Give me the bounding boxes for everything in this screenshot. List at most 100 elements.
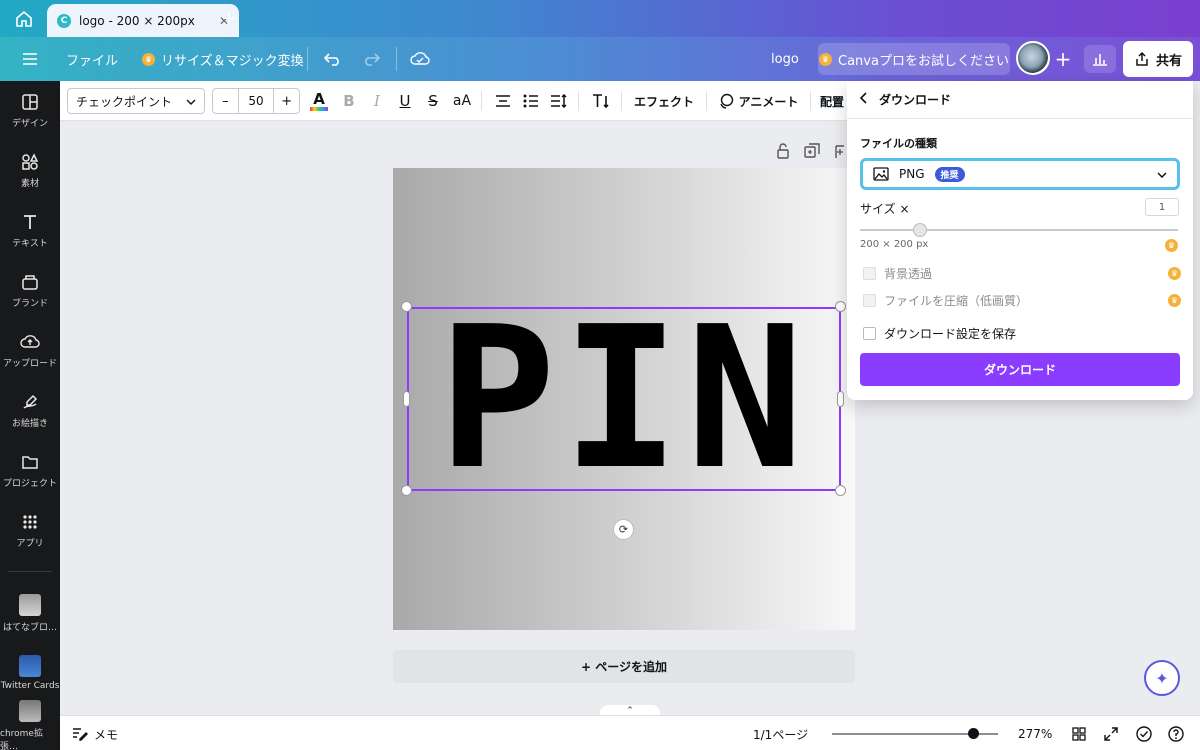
resize-handle-right[interactable] — [837, 391, 844, 407]
notes-button[interactable]: メモ — [72, 725, 118, 743]
sidebar-item-projects[interactable]: プロジェクト — [0, 443, 60, 497]
help-icon[interactable] — [1168, 725, 1184, 743]
file-menu-label: ファイル — [66, 53, 119, 69]
vertical-text-icon[interactable] — [589, 88, 613, 114]
sidebar-item-label: Twitter Cards — [0, 681, 60, 691]
left-sidebar: デザイン 素材 テキスト ブランド アップロード お絵描き プロジェクト アプリ… — [0, 81, 60, 750]
resize-handle-top-left[interactable] — [401, 301, 412, 312]
sidebar-item-brand[interactable]: ブランド — [0, 263, 60, 317]
magic-sparkle-icon[interactable]: ✦ — [1144, 660, 1180, 696]
sidebar-item-draw[interactable]: お絵描き — [0, 383, 60, 437]
analytics-icon[interactable] — [1084, 45, 1116, 73]
sidebar-item-design[interactable]: デザイン — [0, 83, 60, 137]
sidebar-item-twitter-cards[interactable]: Twitter Cards — [0, 646, 60, 700]
folder-icon — [20, 452, 40, 472]
lock-icon[interactable] — [776, 143, 790, 163]
divider — [621, 91, 622, 111]
cloud-sync-icon[interactable] — [408, 45, 432, 73]
upload-icon — [20, 332, 40, 352]
divider — [307, 47, 308, 71]
text-icon — [20, 212, 40, 232]
size-slider[interactable] — [860, 229, 1178, 231]
notes-icon — [73, 728, 88, 741]
save-settings-checkbox[interactable] — [863, 326, 876, 340]
grid-view-icon[interactable] — [1072, 725, 1086, 743]
undo-icon[interactable] — [320, 45, 346, 73]
sidebar-item-apps[interactable]: アプリ — [0, 503, 60, 557]
duplicate-page-icon[interactable] — [804, 143, 820, 163]
file-menu-button[interactable]: ファイル — [66, 45, 118, 73]
zoom-slider-knob[interactable] — [968, 728, 980, 739]
sidebar-item-text[interactable]: テキスト — [0, 203, 60, 257]
logo-text-box[interactable]: PIN — [407, 301, 841, 497]
share-label: 共有 — [1155, 53, 1182, 69]
page-indicator[interactable]: 1/1ページ — [753, 725, 808, 743]
sidebar-item-elements[interactable]: 素材 — [0, 143, 60, 197]
size-slider-knob[interactable] — [913, 223, 927, 237]
transparent-background-checkbox[interactable] — [863, 266, 876, 280]
resize-handle-bottom-right[interactable] — [835, 485, 846, 496]
new-tab-button[interactable]: + — [218, 7, 240, 29]
avatar[interactable] — [1016, 41, 1050, 75]
align-center-icon[interactable] — [492, 88, 514, 114]
redo-icon[interactable] — [358, 45, 384, 73]
sidebar-item-label: デザイン — [11, 118, 48, 129]
effects-button[interactable]: エフェクト — [632, 88, 696, 114]
animate-button[interactable]: アニメート — [716, 88, 800, 114]
image-icon — [873, 167, 889, 181]
add-member-button[interactable]: + — [1049, 45, 1077, 73]
resize-handle-top-right[interactable] — [835, 301, 846, 312]
brand-icon — [20, 272, 40, 292]
animate-icon — [719, 93, 733, 109]
sidebar-item-label: 素材 — [20, 178, 39, 189]
sidebar-item-chrome-extension[interactable]: chrome拡張… — [0, 699, 60, 750]
add-page-icon[interactable] — [834, 143, 844, 163]
home-icon[interactable] — [12, 8, 36, 30]
fullscreen-icon[interactable] — [1104, 725, 1118, 743]
file-type-heading: ファイルの種類 — [860, 137, 937, 150]
font-size-input[interactable]: 50 — [237, 88, 275, 114]
text-color-button[interactable]: A — [308, 88, 330, 114]
position-button[interactable]: 配置 — [820, 88, 850, 114]
line-spacing-icon[interactable] — [548, 88, 570, 114]
share-button[interactable]: 共有 — [1123, 41, 1193, 77]
download-button[interactable]: ダウンロード — [860, 353, 1180, 386]
document-name[interactable]: logo — [771, 45, 799, 73]
app-thumbnail — [19, 593, 41, 616]
rotate-icon[interactable]: ⟳ — [613, 519, 634, 540]
resize-handle-bottom-left[interactable] — [401, 485, 412, 496]
font-size-increase-button[interactable]: + — [274, 94, 299, 109]
size-multiplier-input[interactable]: 1 — [1145, 198, 1179, 216]
bold-button[interactable]: B — [338, 88, 360, 114]
strikethrough-button[interactable]: S — [422, 88, 444, 114]
browser-tab-bar: C logo - 200 × 200px ✕ + — [0, 0, 1200, 37]
save-settings-option[interactable]: ダウンロード設定を保存 — [863, 324, 1181, 342]
font-family-select[interactable]: チェックポイント — [67, 88, 205, 114]
list-icon[interactable] — [520, 88, 542, 114]
check-icon[interactable] — [1136, 725, 1152, 743]
font-size-decrease-button[interactable]: – — [213, 94, 238, 109]
sidebar-item-label: お絵描き — [11, 418, 48, 429]
sidebar-item-hatena-blog[interactable]: はてなブロ… — [0, 586, 60, 640]
resize-handle-left[interactable] — [403, 391, 410, 407]
file-type-select[interactable]: PNG 推奨 — [860, 158, 1180, 190]
compress-file-checkbox[interactable] — [863, 293, 876, 307]
compress-file-option[interactable]: ファイルを圧縮（低画質） ♛ — [863, 291, 1181, 309]
try-pro-button[interactable]: ♛ Canvaプロをお試しください — [818, 43, 1010, 75]
transparent-background-option[interactable]: 背景透過 ♛ — [863, 264, 1181, 282]
resize-button[interactable]: ♛ リサイズ＆マジック変換 — [142, 45, 304, 73]
letter-case-button[interactable]: aA — [450, 88, 474, 114]
underline-button[interactable]: U — [394, 88, 416, 114]
zoom-level[interactable]: 277% — [1018, 725, 1052, 743]
chevron-down-icon — [186, 94, 196, 108]
sidebar-item-label: プロジェクト — [2, 478, 57, 489]
add-page-button[interactable]: + ページを追加 — [393, 650, 855, 683]
menu-icon[interactable] — [18, 45, 42, 73]
back-chevron-icon[interactable] — [859, 92, 867, 107]
sidebar-item-uploads[interactable]: アップロード — [0, 323, 60, 377]
transparent-background-label: 背景透過 — [884, 266, 933, 281]
italic-button[interactable]: I — [366, 88, 388, 114]
sidebar-item-label: アプリ — [16, 538, 44, 549]
browser-tab[interactable]: C logo - 200 × 200px ✕ — [47, 4, 239, 37]
divider — [810, 91, 811, 111]
